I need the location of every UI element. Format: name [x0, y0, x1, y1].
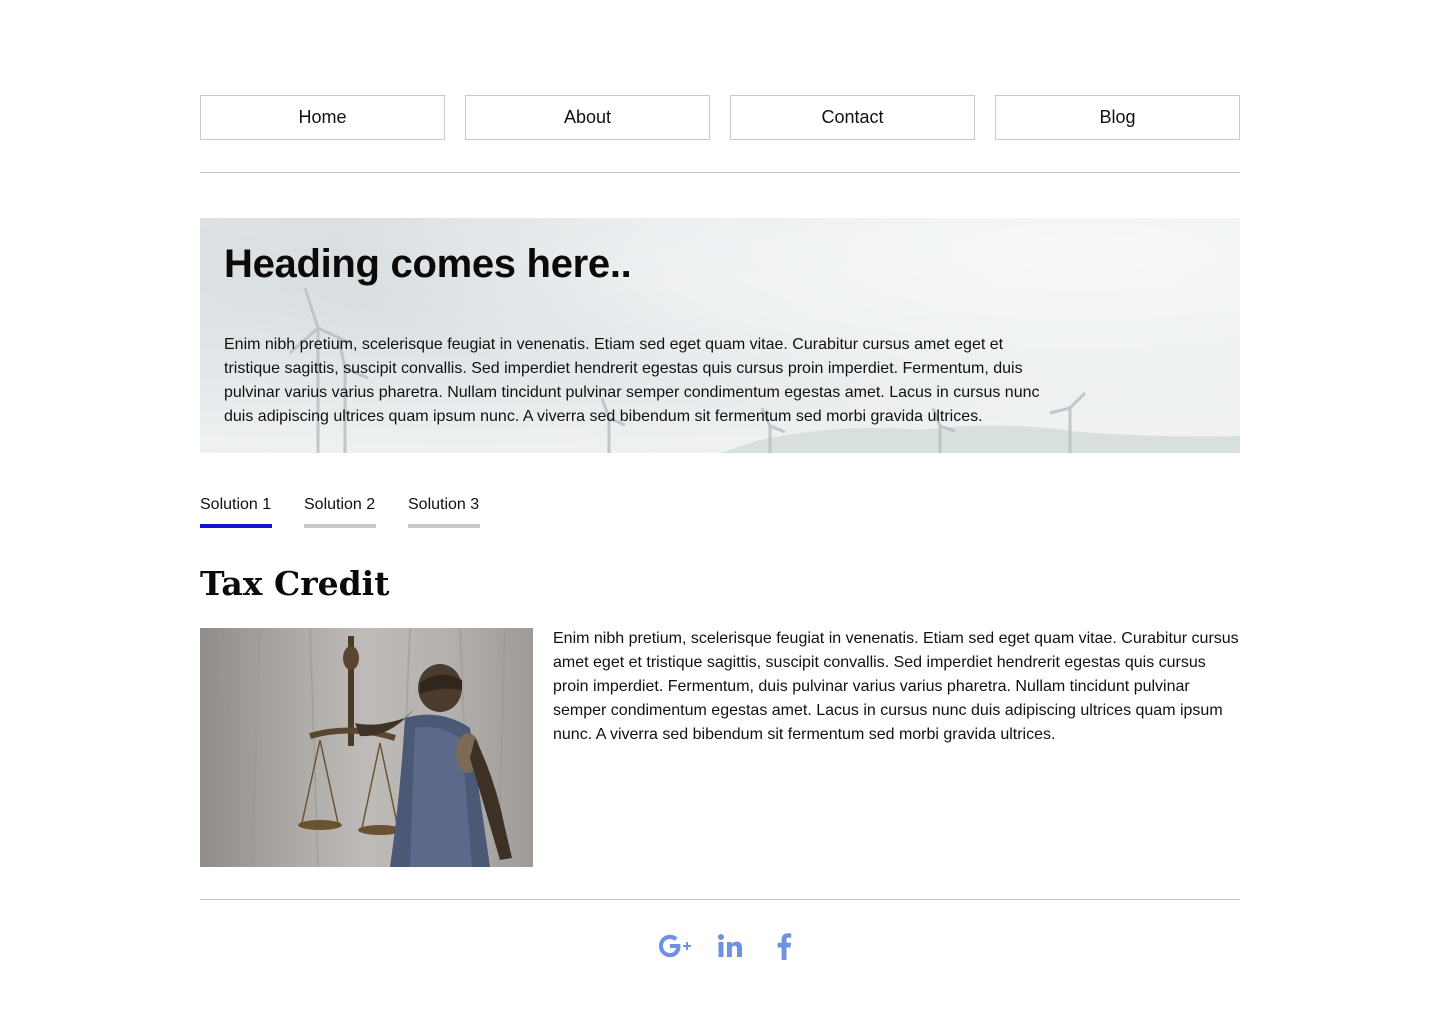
main-nav: Home About Contact Blog	[200, 95, 1240, 140]
nav-contact-button[interactable]: Contact	[730, 95, 975, 140]
lady-justice-image	[200, 628, 533, 867]
social-links	[658, 930, 802, 962]
tab-solution-3[interactable]: Solution 3	[408, 496, 480, 528]
content-paragraph: Enim nibh pretium, scelerisque feugiat i…	[553, 630, 1239, 743]
hero-heading: Heading comes here..	[224, 242, 632, 286]
section-title: Tax Credit	[200, 564, 390, 603]
facebook-icon[interactable]	[766, 930, 802, 962]
linkedin-icon[interactable]	[712, 930, 748, 962]
nav-blog-button[interactable]: Blog	[995, 95, 1240, 140]
google-plus-icon[interactable]	[658, 930, 694, 962]
page: Home About Contact Blog Heading comes he…	[0, 0, 1440, 1024]
nav-about-button[interactable]: About	[465, 95, 710, 140]
footer-divider	[200, 899, 1240, 900]
lady-justice-statue-illustration	[219, 628, 512, 867]
tab-solution-2[interactable]: Solution 2	[304, 496, 376, 528]
hero-paragraph: Enim nibh pretium, scelerisque feugiat i…	[224, 336, 1040, 425]
nav-home-button[interactable]: Home	[200, 95, 445, 140]
header-divider	[200, 172, 1240, 173]
solution-tabs: Solution 1 Solution 2 Solution 3	[200, 496, 480, 528]
tab-solution-1[interactable]: Solution 1	[200, 496, 272, 528]
hero-banner: Heading comes here.. Enim nibh pretium, …	[200, 218, 1240, 453]
